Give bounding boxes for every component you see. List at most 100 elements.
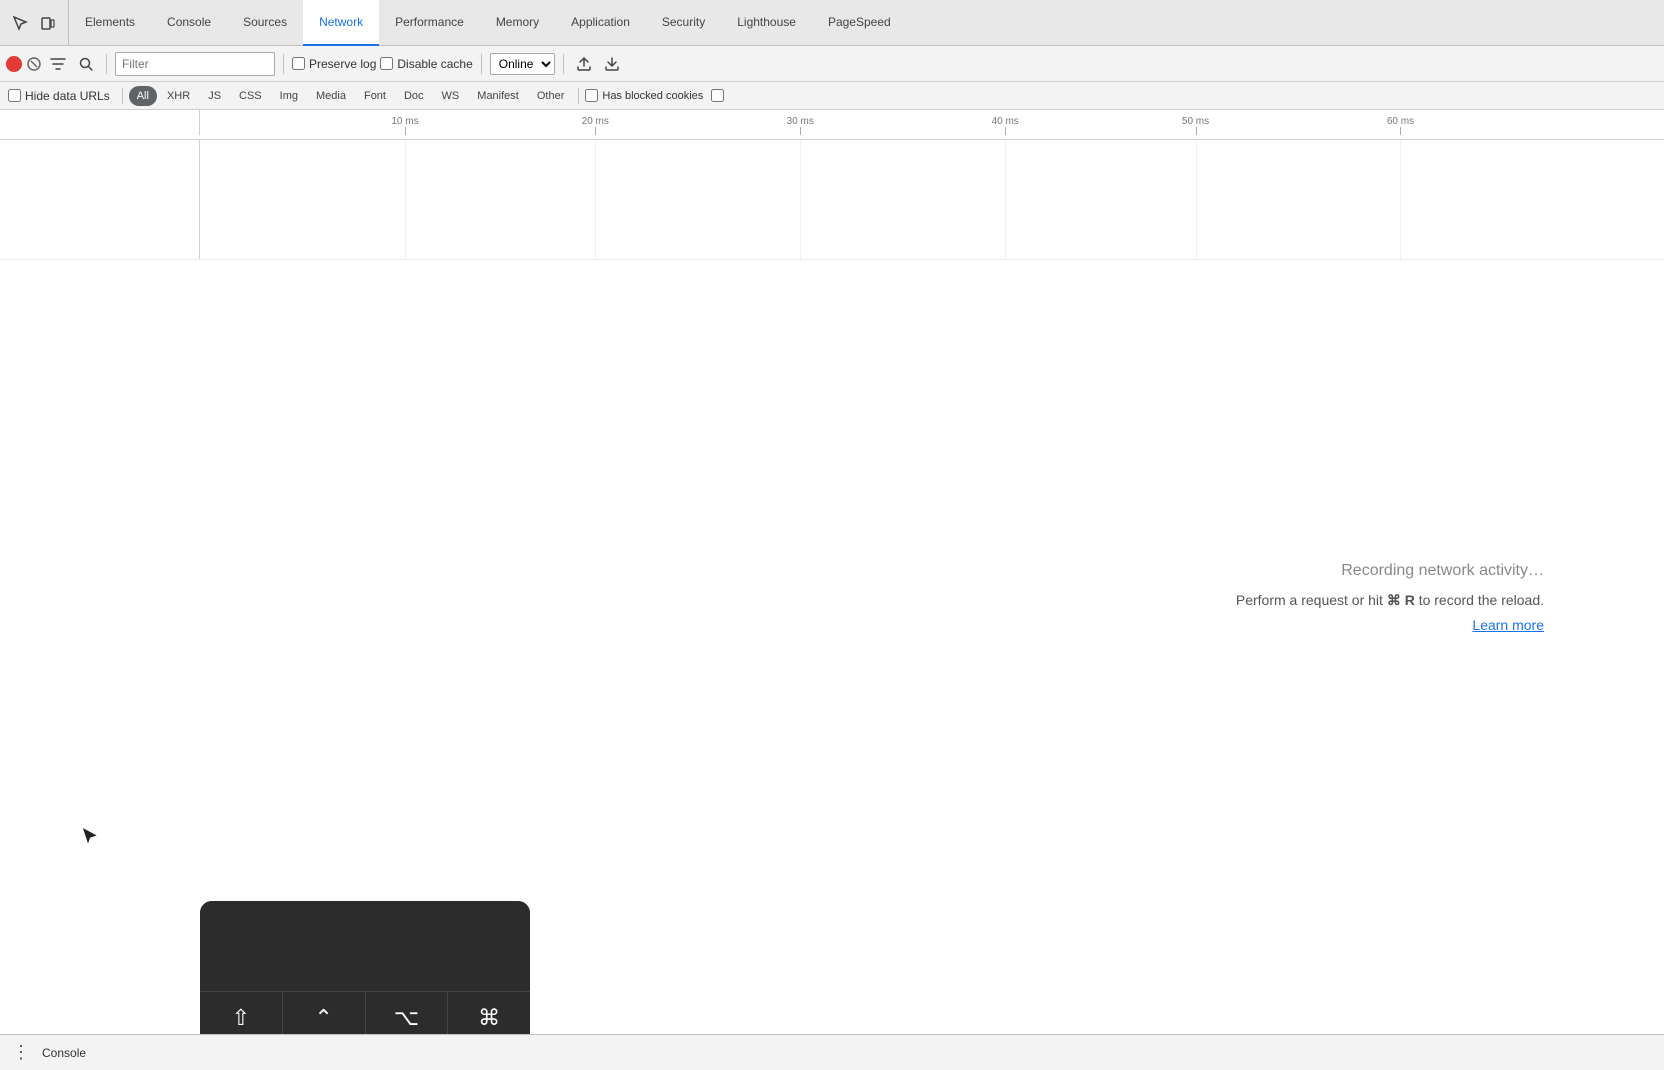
tick-label: 20 ms [582, 116, 609, 127]
learn-more-link[interactable]: Learn more [1472, 617, 1544, 633]
keyboard-shortcut-popup: ⇧⌃⌥⌘ [200, 901, 530, 1034]
disable-cache-checkbox[interactable] [380, 57, 393, 70]
tab-sources[interactable]: Sources [227, 0, 303, 46]
disable-cache-label: Disable cache [397, 57, 472, 71]
tab-memory[interactable]: Memory [480, 0, 555, 46]
hide-data-urls-label[interactable]: Hide data URLs [8, 89, 110, 103]
tab-pagespeed[interactable]: PageSpeed [812, 0, 907, 46]
recording-text: Recording network activity… [1341, 562, 1544, 580]
network-right-empty [200, 140, 1664, 259]
search-button[interactable] [74, 52, 98, 76]
network-empty-row [0, 140, 1664, 260]
toolbar-sep-1 [106, 54, 107, 74]
tick-30-ms: 30 ms [800, 114, 827, 135]
cursor-icon [80, 825, 100, 851]
tick-line [1196, 127, 1197, 135]
filter-type-ws[interactable]: WS [434, 86, 468, 106]
tab-application[interactable]: Application [555, 0, 646, 46]
throttle-select[interactable]: Online [490, 53, 555, 75]
disable-cache-checkbox-label[interactable]: Disable cache [380, 57, 472, 71]
tab-lighthouse[interactable]: Lighthouse [721, 0, 812, 46]
has-blocked-cookies-label[interactable]: Has blocked cookies [585, 89, 703, 102]
preserve-log-label: Preserve log [309, 57, 376, 71]
tick-line [405, 127, 406, 135]
filter-type-js[interactable]: JS [200, 86, 229, 106]
kbd-key-⇧[interactable]: ⇧ [200, 992, 283, 1034]
tab-network[interactable]: Network [303, 0, 379, 46]
timeline-header: 10 ms 20 ms 30 ms 40 ms 50 ms 60 ms [0, 110, 1664, 140]
filter-toggle-button[interactable] [46, 52, 70, 76]
hide-data-urls-checkbox[interactable] [8, 89, 21, 102]
export-har-button[interactable] [572, 52, 596, 76]
timeline-ticks: 10 ms 20 ms 30 ms 40 ms 50 ms 60 ms [200, 110, 1664, 135]
tick-label: 30 ms [787, 116, 814, 127]
device-toolbar-button[interactable] [36, 11, 60, 35]
tick-label: 50 ms [1182, 116, 1209, 127]
grid-line [405, 140, 406, 259]
grid-line [595, 140, 596, 259]
filter-type-css[interactable]: CSS [231, 86, 270, 106]
filter-type-doc[interactable]: Doc [396, 86, 432, 106]
bottom-bar: ⋮ Console [0, 1034, 1664, 1070]
filter-type-media[interactable]: Media [308, 86, 354, 106]
filter-type-other[interactable]: Other [529, 86, 573, 106]
import-har-button[interactable] [600, 52, 624, 76]
kbd-key-⌃[interactable]: ⌃ [283, 992, 366, 1034]
tab-security[interactable]: Security [646, 0, 721, 46]
filter-bar-sep [122, 88, 123, 104]
tick-50-ms: 50 ms [1196, 114, 1223, 135]
select-tool-button[interactable] [8, 11, 32, 35]
preserve-log-checkbox-label[interactable]: Preserve log [292, 57, 376, 71]
kbd-key-⌘[interactable]: ⌘ [448, 992, 530, 1034]
tab-performance[interactable]: Performance [379, 0, 480, 46]
tab-console[interactable]: Console [151, 0, 227, 46]
tabs-container: ElementsConsoleSourcesNetworkPerformance… [69, 0, 907, 45]
clear-button[interactable] [26, 56, 42, 72]
filter-type-font[interactable]: Font [356, 86, 394, 106]
tab-bar: ElementsConsoleSourcesNetworkPerformance… [0, 0, 1664, 46]
toolbar-sep-2 [283, 54, 284, 74]
filter-bar-sep-2 [578, 88, 579, 104]
filter-type-img[interactable]: Img [272, 86, 306, 106]
grid-line [1196, 140, 1197, 259]
main-container: Preserve log Disable cache Online [0, 46, 1664, 1070]
tick-20-ms: 20 ms [595, 114, 622, 135]
has-blocked-cookies-checkbox[interactable] [585, 89, 598, 102]
tick-line [595, 127, 596, 135]
grid-line [1400, 140, 1401, 259]
grid-line [1005, 140, 1006, 259]
tick-line [800, 127, 801, 135]
network-content-area: Recording network activity… Perform a re… [0, 140, 1664, 1034]
tick-label: 10 ms [391, 116, 418, 127]
bottom-console-label: Console [42, 1046, 86, 1060]
filter-type-xhr[interactable]: XHR [159, 86, 198, 106]
tick-line [1005, 127, 1006, 135]
filter-type-all[interactable]: All [129, 86, 157, 106]
cursor-area [80, 825, 100, 854]
perform-text-2: to record the reload. [1415, 592, 1544, 608]
toolbar-sep-3 [481, 54, 482, 74]
bottom-menu-button[interactable]: ⋮ [8, 1040, 34, 1065]
kbd-popup-keys: ⇧⌃⌥⌘ [200, 991, 530, 1034]
tab-elements[interactable]: Elements [69, 0, 151, 46]
filter-input[interactable] [115, 52, 275, 76]
tick-label: 60 ms [1387, 116, 1414, 127]
filter-type-bar: Hide data URLs AllXHRJSCSSImgMediaFontDo… [0, 82, 1664, 110]
filter-type-manifest[interactable]: Manifest [469, 86, 527, 106]
record-button[interactable] [6, 56, 22, 72]
perform-key: ⌘ R [1387, 592, 1415, 608]
filter-types: AllXHRJSCSSImgMediaFontDocWSManifestOthe… [129, 86, 573, 106]
timeline-left-spacer [0, 110, 200, 135]
blocked-requests-label[interactable] [711, 89, 724, 102]
tick-40-ms: 40 ms [1005, 114, 1032, 135]
has-blocked-cookies-text: Has blocked cookies [602, 90, 703, 102]
kbd-key-⌥[interactable]: ⌥ [366, 992, 449, 1034]
tick-60-ms: 60 ms [1400, 114, 1427, 135]
grid-lines [200, 140, 1664, 259]
kbd-popup-dark-area [200, 901, 530, 991]
preserve-log-checkbox[interactable] [292, 57, 305, 70]
blocked-requests-checkbox[interactable] [711, 89, 724, 102]
network-toolbar: Preserve log Disable cache Online [0, 46, 1664, 82]
tick-line [1400, 127, 1401, 135]
hide-data-urls-text: Hide data URLs [25, 89, 110, 103]
